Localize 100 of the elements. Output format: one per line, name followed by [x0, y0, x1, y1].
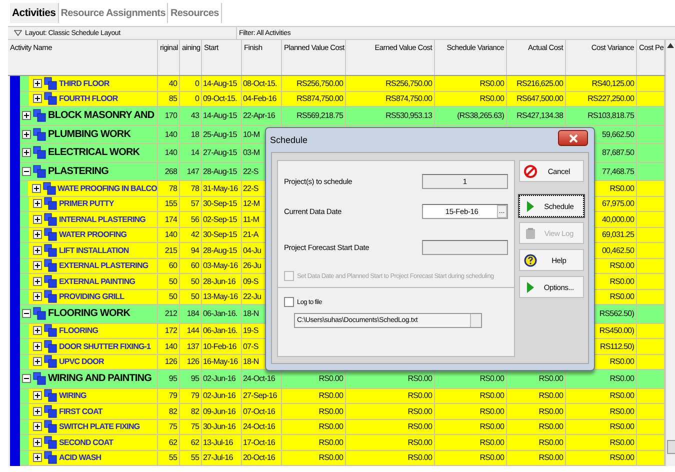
table-cell: 79 [190, 391, 199, 400]
table-cell: 140 [164, 342, 177, 351]
table-cell: 57 [190, 199, 199, 208]
table-cell: 04-Feb-16 [243, 94, 276, 104]
table-cell: RS0.00 [480, 94, 504, 104]
table-cell: 08-Oct-15. [243, 78, 277, 88]
table-cell: RS0.00 [318, 391, 343, 400]
table-cell: RS256,750.00 [296, 78, 343, 88]
table-cell: 31-May-16 [203, 184, 238, 193]
table-cell: RS0.00 [538, 422, 563, 432]
table-cell: RS0.00 [610, 406, 634, 416]
table-cell: 78 [168, 184, 177, 193]
activity-name: BLOCK MASONRY AND [48, 110, 154, 122]
table-cell: 144 [186, 326, 199, 336]
table-cell: RS0.00 [480, 406, 504, 416]
table-cell: 50 [190, 276, 199, 286]
table-cell: RS0.00 [408, 374, 432, 384]
table-cell: 00,462.50 [602, 246, 634, 255]
table-cell: RS0.00 [610, 276, 634, 286]
table-cell: 14-Aug-15 [203, 111, 237, 120]
table-cell: RS0.00 [480, 374, 504, 384]
activity-name: EXTERNAL PAINTING [59, 276, 136, 286]
table-cell: 172 [164, 326, 177, 336]
table-cell: 22-Ju [243, 292, 262, 302]
table-cell: 67,975.00 [602, 199, 634, 208]
table-cell: 40 [168, 78, 177, 88]
table-cell: 30-Jun-16 [203, 422, 236, 432]
table-cell: 17-Oct-16 [243, 438, 275, 447]
table-cell: RS0.00 [610, 292, 634, 302]
table-cell: RS0.00 [408, 406, 432, 416]
table-cell: 22-S [243, 166, 258, 176]
table-cell: RS0.00 [480, 438, 504, 447]
table-cell: 03-M [243, 148, 260, 158]
table-cell: 30-Sep-15 [203, 230, 237, 240]
table-cell: 60 [190, 261, 199, 270]
table-cell: RS562.50) [599, 309, 634, 318]
table-cell: RS0.00 [610, 438, 634, 447]
table-cell: 02-Jun-16 [203, 391, 236, 400]
table-cell: 09-Oct-15. [203, 94, 237, 104]
table-cell: 09-Jun-16 [203, 406, 236, 416]
table-cell: 184 [186, 309, 199, 318]
activity-name: WIRING [59, 391, 86, 400]
table-cell: 10-M [243, 130, 260, 139]
table-cell: 50 [168, 276, 177, 286]
activity-name: WIRING AND PAINTING [48, 373, 152, 384]
table-cell: 07-Oct-16 [243, 406, 275, 416]
table-cell: 140 [164, 130, 177, 139]
table-cell: 79 [168, 391, 177, 400]
table-cell: RS0.00 [408, 391, 432, 400]
table-cell: 03-May-16 [203, 261, 238, 270]
table-cell: 50 [190, 292, 199, 302]
table-cell: 87,687.50 [602, 148, 634, 158]
table-cell: 12-M [243, 199, 260, 208]
activity-name: SWITCH PLATE FIXING [59, 422, 140, 432]
table-cell: RS216,625.00 [516, 78, 563, 88]
table-cell: 40,000.00 [602, 214, 634, 224]
activity-name: WATER PROOFING [59, 230, 127, 240]
table-cell: 28-Jun-16 [203, 276, 236, 286]
table-cell: RS0.00 [610, 422, 634, 432]
table-cell: (RS38,265.63) [457, 111, 504, 120]
table-cell: 10-Feb-16 [203, 342, 236, 351]
table-cell: 95 [168, 374, 177, 384]
table-cell: 155 [164, 199, 177, 208]
table-cell: 77,468.75 [602, 166, 634, 176]
activity-name: WATE PROOFING IN BALCO [58, 184, 157, 193]
table-cell: 22-Apr-16 [243, 111, 275, 120]
table-cell: 94 [190, 246, 199, 255]
table-cell: 22-S [243, 184, 258, 193]
table-cell: 24-Oct-16 [243, 374, 275, 384]
table-cell: 55 [190, 453, 199, 462]
table-cell: RS530,953.13 [386, 111, 432, 120]
table-cell: 0 [194, 94, 199, 104]
activity-name: ELECTRICAL WORK [48, 147, 140, 158]
table-cell: 27-Aug-15 [203, 148, 237, 158]
table-cell: 28-Aug-15 [203, 166, 237, 176]
activity-name: PROVIDING GRILL [59, 292, 124, 302]
table-cell: 18 [190, 130, 199, 139]
table-cell: RS0.00 [610, 184, 634, 193]
table-cell: 170 [164, 111, 177, 120]
table-cell: 02-Sep-15 [203, 214, 237, 224]
activity-name: PLASTERING [48, 166, 108, 177]
table-cell: 62 [190, 438, 199, 447]
table-cell: RS103,818.75 [588, 111, 634, 120]
activity-name: PLUMBING WORK [48, 128, 131, 140]
table-cell: 69,031.25 [602, 230, 634, 240]
table-cell: RS0.00 [408, 453, 432, 462]
table-cell: 14-Aug-15 [203, 78, 237, 88]
table-cell: 04-Ju [243, 246, 262, 255]
table-cell: 0 [194, 78, 199, 88]
table-cell: 43 [190, 111, 199, 120]
table-cell: RS450.00) [599, 326, 634, 336]
table-cell: RS0.00 [538, 438, 563, 447]
table-cell: RS0.00 [480, 391, 504, 400]
table-cell: RS0.00 [538, 406, 563, 416]
table-cell: 268 [164, 166, 177, 176]
activity-name: DOOR SHUTTER FIXING-1 [59, 342, 151, 351]
activity-name: UPVC DOOR [59, 357, 104, 366]
table-cell: 02-Jun-16 [203, 374, 236, 384]
table-cell: 25-Aug-15 [203, 130, 237, 139]
table-cell: RS0.00 [408, 438, 432, 447]
